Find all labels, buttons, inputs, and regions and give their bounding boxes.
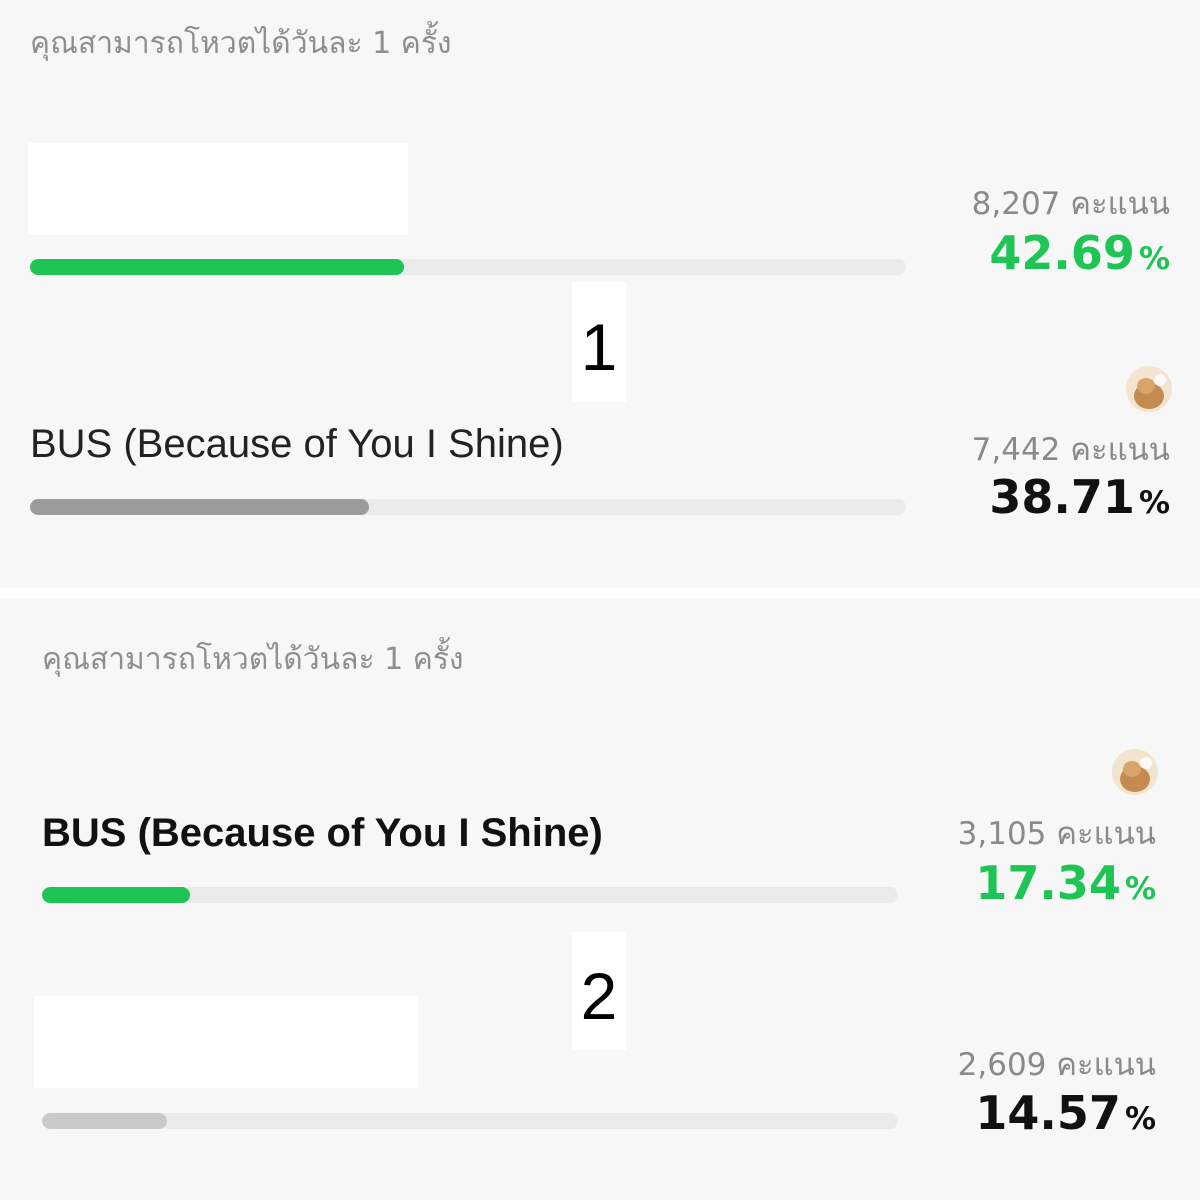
vote-percentage: 42.69% [989, 226, 1170, 280]
option-name: BUS (Because of You I Shine) [42, 811, 603, 855]
vote-progress-bar [42, 1113, 898, 1129]
vote-progress-bar [30, 259, 906, 275]
rank-label: 2 [572, 932, 626, 1050]
option-name: BUS (Because of You I Shine) [30, 422, 564, 466]
redacted-option-name [28, 143, 408, 235]
vote-progress-bar [30, 499, 906, 515]
vote-progress-fill [42, 887, 191, 903]
percent-sign: % [1138, 241, 1170, 277]
vote-percentage: 17.34% [975, 856, 1156, 910]
percent-sign: % [1138, 485, 1170, 521]
vote-progress-bar [42, 887, 898, 903]
percent-sign: % [1124, 1101, 1156, 1137]
vote-percentage: 38.71% [989, 470, 1170, 524]
vote-progress-fill [30, 259, 404, 275]
vote-progress-fill [30, 499, 370, 515]
vote-count: 2,609 คะแนน [957, 1047, 1156, 1083]
percent-sign: % [1124, 871, 1156, 907]
poll-panel-1: คุณสามารถโหวตได้วันละ 1 ครั้ง 8,207 คะแน… [0, 0, 1200, 588]
percentage-value: 14.57 [975, 1086, 1121, 1140]
vote-progress-fill [42, 1113, 167, 1129]
percentage-value: 38.71 [989, 470, 1135, 524]
panel-divider [0, 588, 1200, 598]
vote-percentage: 14.57% [975, 1086, 1156, 1140]
percentage-value: 42.69 [989, 226, 1135, 280]
redacted-option-name [34, 996, 418, 1088]
poll-panel-2: คุณสามารถโหวตได้วันละ 1 ครั้ง BUS (Becau… [0, 598, 1200, 1200]
user-avatar-icon [1126, 366, 1172, 412]
vote-count: 8,207 คะแนน [971, 186, 1170, 222]
vote-count: 3,105 คะแนน [957, 816, 1156, 852]
user-avatar-icon [1112, 749, 1158, 795]
percentage-value: 17.34 [975, 856, 1121, 910]
rank-label: 1 [572, 282, 626, 402]
vote-limit-notice: คุณสามารถโหวตได้วันละ 1 ครั้ง [30, 26, 452, 61]
vote-limit-notice: คุณสามารถโหวตได้วันละ 1 ครั้ง [42, 642, 464, 677]
vote-count: 7,442 คะแนน [971, 432, 1170, 468]
